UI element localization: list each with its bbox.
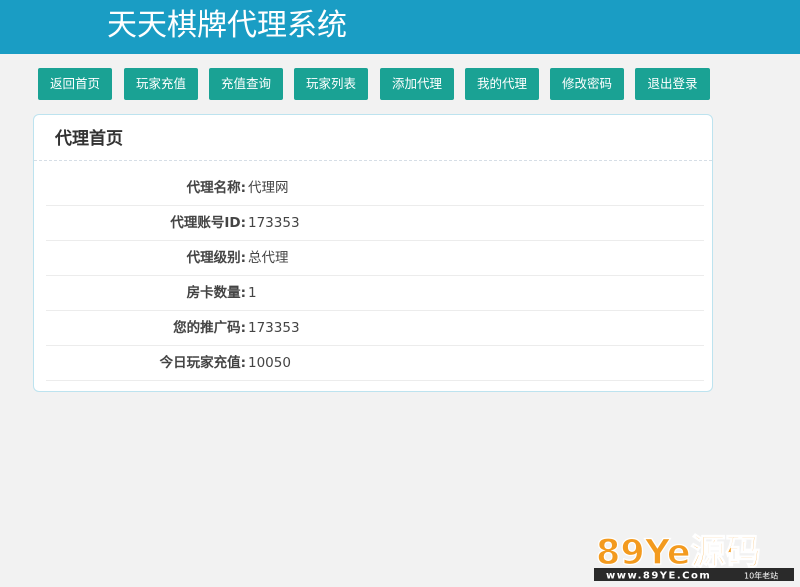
info-row-today-recharge: 今日玩家充值: 10050 [46, 346, 704, 381]
info-value: 总代理 [248, 250, 289, 266]
top-nav: 返回首页 玩家充值 充值查询 玩家列表 添加代理 我的代理 修改密码 退出登录 [0, 68, 800, 100]
nav-home-button[interactable]: 返回首页 [38, 68, 112, 100]
info-label: 房卡数量: [186, 285, 246, 301]
watermark-tag: 10年老站 [744, 571, 778, 581]
info-value: 173353 [248, 215, 300, 231]
info-label: 今日玩家充值: [159, 355, 246, 371]
info-row-promo-code: 您的推广码: 173353 [46, 311, 704, 346]
info-label: 代理级别: [186, 250, 246, 266]
info-row-agent-id: 代理账号ID: 173353 [46, 206, 704, 241]
info-value: 10050 [248, 355, 291, 371]
info-label: 代理名称: [186, 180, 246, 196]
info-row-agent-level: 代理级别: 总代理 [46, 241, 704, 276]
info-label: 代理账号ID: [170, 215, 246, 231]
panel-title: 代理首页 [55, 129, 123, 149]
nav-my-agents-button[interactable]: 我的代理 [465, 68, 539, 100]
watermark-logo: 89Ye源码 www.89YE.Com 10年老站 [594, 532, 794, 582]
watermark-logo-text: 89Ye源码 [596, 533, 761, 573]
info-value: 173353 [248, 320, 300, 336]
agent-home-panel: 代理首页 代理名称: 代理网 代理账号ID: 173353 代理级别: 总代理 … [33, 114, 713, 392]
nav-player-list-button[interactable]: 玩家列表 [294, 68, 368, 100]
info-row-room-cards: 房卡数量: 1 [46, 276, 704, 311]
info-value: 代理网 [248, 180, 289, 196]
info-value: 1 [248, 285, 257, 301]
info-row-agent-name: 代理名称: 代理网 [46, 171, 704, 206]
nav-player-recharge-button[interactable]: 玩家充值 [124, 68, 198, 100]
watermark-url: www.89YE.Com [606, 571, 711, 582]
app-header: 天天棋牌代理系统 [0, 0, 800, 54]
info-label: 您的推广码: [173, 320, 246, 336]
panel-title-divider [34, 160, 712, 161]
app-title: 天天棋牌代理系统 [107, 8, 347, 43]
nav-change-password-button[interactable]: 修改密码 [550, 68, 624, 100]
nav-add-agent-button[interactable]: 添加代理 [380, 68, 454, 100]
nav-logout-button[interactable]: 退出登录 [635, 68, 710, 100]
nav-recharge-query-button[interactable]: 充值查询 [209, 68, 283, 100]
